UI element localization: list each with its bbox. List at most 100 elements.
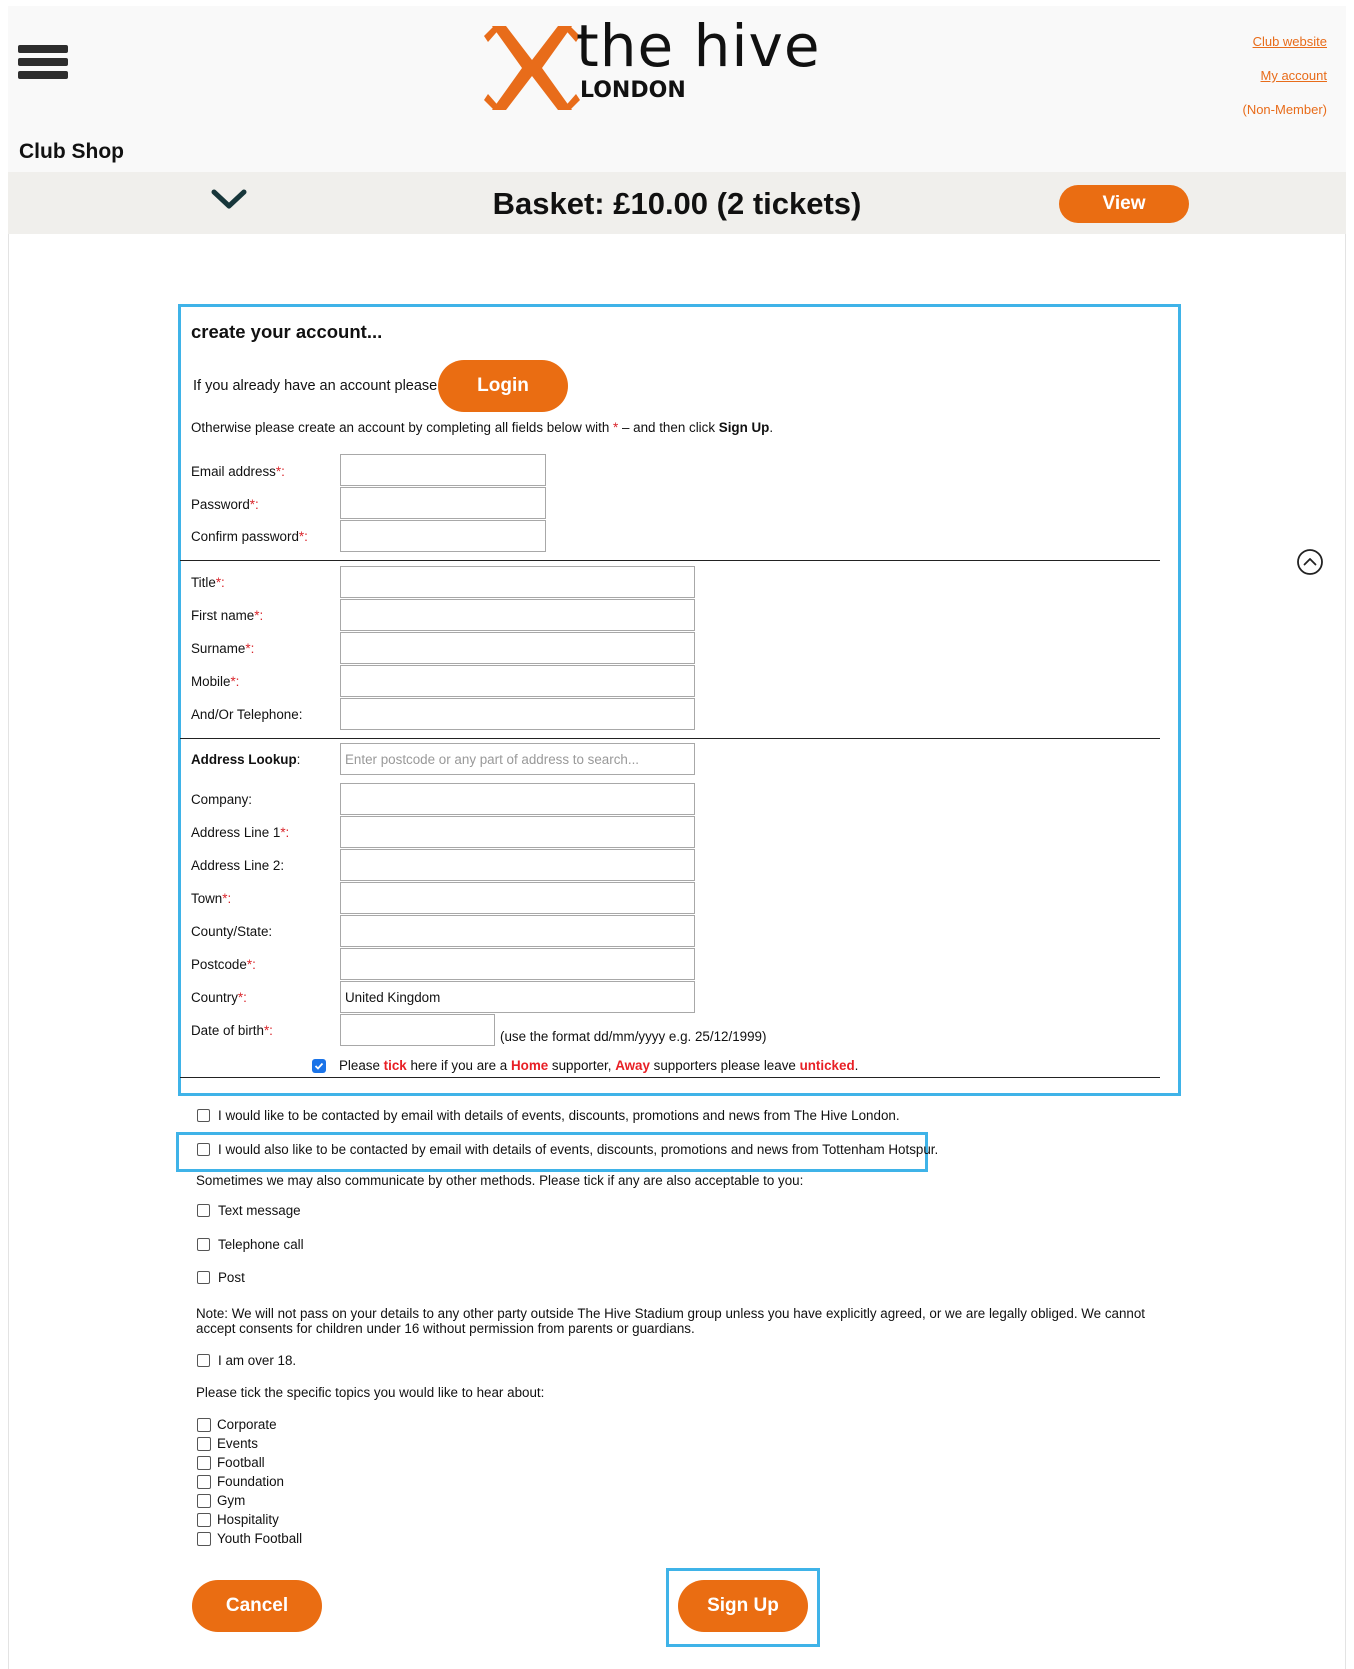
topics-intro: Please tick the specific topics you woul… [196, 1385, 545, 1400]
topic-corporate-checkbox[interactable] [197, 1417, 211, 1432]
address-line2-field[interactable] [340, 849, 695, 881]
title-label: Title*: [191, 575, 225, 590]
section-divider [180, 738, 1160, 739]
instructions-part: . [769, 420, 774, 435]
email-label: Email address*: [191, 464, 285, 479]
mobile-label: Mobile*: [191, 674, 240, 689]
address-line2-label: Address Line 2: [191, 858, 285, 873]
checkmark-icon [314, 1062, 324, 1070]
topic-item: Football [197, 1453, 302, 1472]
spurs-email-consent-row: I would also like to be contacted by ema… [197, 1142, 938, 1157]
country-label: Country*: [191, 990, 247, 1005]
spurs-email-consent-text: I would also like to be contacted by ema… [218, 1142, 939, 1157]
postcode-field[interactable] [340, 948, 695, 980]
site-logo[interactable]: the hive LONDON [484, 12, 864, 116]
telephone-field[interactable] [340, 698, 695, 730]
topic-label: Foundation [217, 1474, 285, 1489]
topic-events-checkbox[interactable] [197, 1436, 211, 1451]
hive-email-consent-text: I would like to be contacted by email wi… [218, 1108, 900, 1123]
site-header: the hive LONDON Club Shop Club website M… [8, 6, 1346, 172]
over-18-row: I am over 18. [197, 1353, 296, 1368]
hamburger-bar [18, 58, 68, 66]
section-divider [180, 1077, 1160, 1078]
company-field[interactable] [340, 783, 695, 815]
hive-email-consent-row: I would like to be contacted by email wi… [197, 1108, 900, 1123]
home-supporter-checkbox[interactable] [312, 1058, 326, 1073]
first-name-field[interactable] [340, 599, 695, 631]
cancel-button[interactable]: Cancel [192, 1580, 322, 1632]
county-field[interactable] [340, 915, 695, 947]
topic-football-checkbox[interactable] [197, 1455, 211, 1470]
topic-hospitality-checkbox[interactable] [197, 1512, 211, 1527]
telephone-label: And/Or Telephone: [191, 707, 303, 722]
post-checkbox[interactable] [197, 1271, 210, 1284]
post-row: Post [197, 1270, 245, 1285]
post-label: Post [218, 1270, 245, 1285]
topic-item: Events [197, 1434, 302, 1453]
topic-label: Gym [217, 1493, 246, 1508]
dob-label: Date of birth*: [191, 1023, 273, 1038]
confirm-password-field[interactable] [340, 520, 546, 552]
town-field[interactable] [340, 882, 695, 914]
text-message-row: Text message [197, 1203, 301, 1218]
topic-foundation-checkbox[interactable] [197, 1474, 211, 1489]
section-divider [180, 560, 1160, 561]
town-label: Town*: [191, 891, 232, 906]
address-line1-label: Address Line 1*: [191, 825, 290, 840]
login-button[interactable]: Login [438, 360, 568, 412]
company-label: Company: [191, 792, 253, 807]
address-lookup-input[interactable] [340, 743, 695, 775]
first-name-label: First name*: [191, 608, 264, 623]
dob-format-hint: (use the format dd/mm/yyyy e.g. 25/12/19… [500, 1029, 767, 1044]
topic-label: Youth Football [217, 1531, 303, 1546]
topic-gym-checkbox[interactable] [197, 1493, 211, 1508]
over-18-label: I am over 18. [218, 1353, 297, 1368]
surname-label: Surname*: [191, 641, 255, 656]
sign-up-button[interactable]: Sign Up [678, 1580, 808, 1632]
confirm-password-label: Confirm password*: [191, 529, 308, 544]
menu-hamburger-icon[interactable] [18, 45, 68, 85]
address-line1-field[interactable] [340, 816, 695, 848]
surname-field[interactable] [340, 632, 695, 664]
hive-logo-icon [484, 26, 580, 110]
county-label: County/State: [191, 924, 273, 939]
title-field[interactable] [340, 566, 695, 598]
topic-item: Foundation [197, 1472, 302, 1491]
topic-youth-football-checkbox[interactable] [197, 1531, 211, 1546]
scroll-to-top-icon[interactable] [1296, 548, 1324, 576]
topic-label: Corporate [217, 1417, 277, 1432]
text-message-checkbox[interactable] [197, 1204, 210, 1217]
logo-text: the hive [576, 12, 821, 80]
country-field[interactable] [340, 981, 695, 1013]
topic-label: Hospitality [217, 1512, 279, 1527]
section-title: Club Shop [19, 140, 124, 163]
password-field[interactable] [340, 487, 546, 519]
instructions-part: – and then click [618, 420, 719, 435]
topic-item: Corporate [197, 1415, 302, 1434]
topic-item: Gym [197, 1491, 302, 1510]
basket-bar: Basket: £10.00 (2 tickets) View [8, 172, 1346, 234]
spurs-email-consent-checkbox[interactable] [197, 1143, 210, 1156]
hive-email-consent-checkbox[interactable] [197, 1109, 210, 1122]
my-account-link[interactable]: My account [1242, 68, 1327, 83]
form-heading: create your account... [191, 321, 383, 342]
account-links: Club website My account (Non-Member) [1242, 34, 1327, 117]
home-supporter-row: Please tick here if you are a Home suppo… [312, 1058, 858, 1073]
password-label: Password*: [191, 497, 259, 512]
topic-label: Events [217, 1436, 258, 1451]
mobile-field[interactable] [340, 665, 695, 697]
member-status: (Non-Member) [1242, 102, 1327, 117]
instructions-signup-word: Sign Up [718, 420, 770, 435]
home-supporter-text: Please tick here if you are a Home suppo… [339, 1058, 859, 1073]
over-18-checkbox[interactable] [197, 1354, 210, 1367]
other-methods-text: Sometimes we may also communicate by oth… [196, 1173, 804, 1188]
topic-item: Youth Football [197, 1529, 302, 1548]
instructions-text: Otherwise please create an account by co… [191, 420, 773, 435]
telephone-call-checkbox[interactable] [197, 1238, 210, 1251]
email-field[interactable] [340, 454, 546, 486]
dob-field[interactable] [340, 1014, 495, 1046]
telephone-call-row: Telephone call [197, 1237, 304, 1252]
postcode-label: Postcode*: [191, 957, 256, 972]
view-basket-button[interactable]: View [1059, 185, 1189, 223]
club-website-link[interactable]: Club website [1242, 34, 1327, 49]
